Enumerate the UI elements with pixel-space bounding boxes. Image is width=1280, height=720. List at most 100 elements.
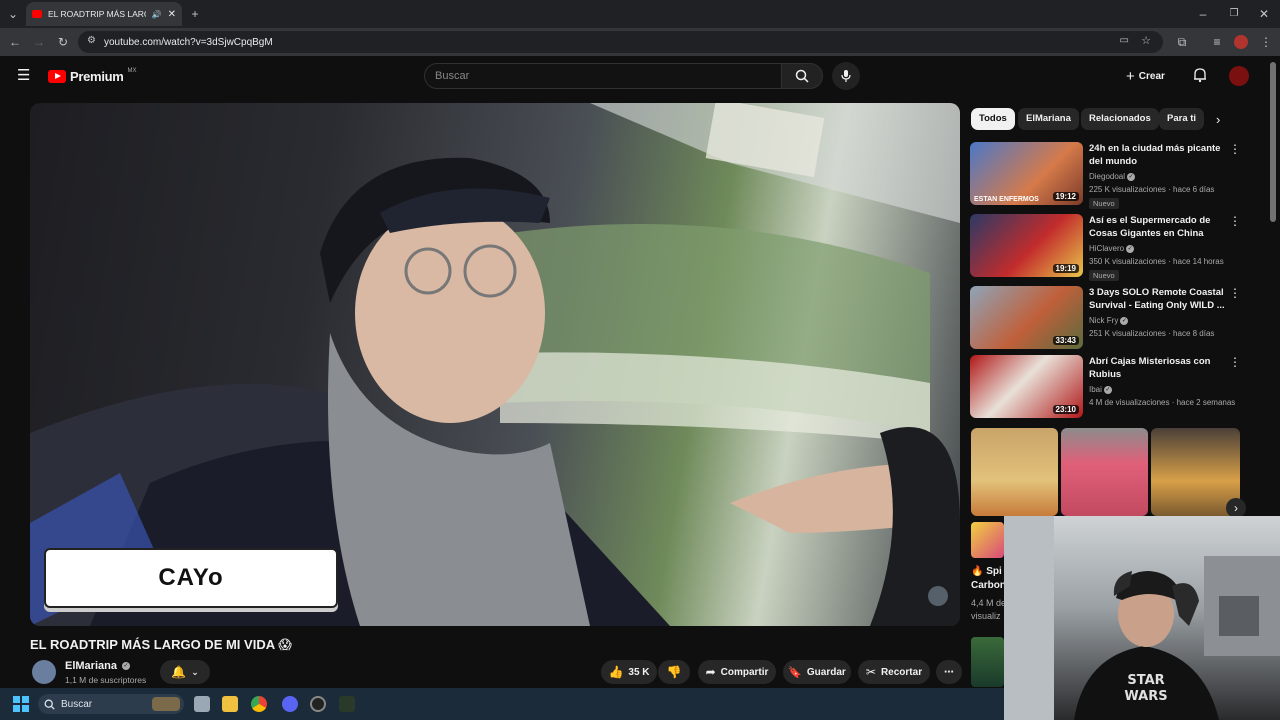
share-label: Compartir [720,666,769,678]
video-thumbnail[interactable]: 23:10 [970,355,1083,418]
thumbs-up-icon: 👍 [608,665,624,679]
task-view-icon[interactable] [194,696,210,712]
close-window-icon[interactable]: ✕ [1257,7,1271,21]
svg-text:STAR: STAR [1127,673,1164,688]
bookmark-star-icon[interactable]: ☆ [1141,34,1151,47]
close-tab-icon[interactable]: ✕ [168,9,176,20]
profile-avatar[interactable] [1234,35,1248,49]
recommendation-item[interactable]: 23:10 Abrí Cajas Misteriosas con Rubius … [970,355,1245,421]
search-input[interactable]: Buscar [424,63,782,89]
partial-title: 🔥 Spi [971,566,1002,577]
shorts-thumbnail[interactable] [971,428,1058,516]
search-highlight-icon [152,697,180,711]
notifications-button[interactable] [1192,67,1208,88]
address-bar[interactable]: ⚙ youtube.com/watch?v=3dSjwCpqBgM ▭ ☆ [78,31,1163,53]
chip-todos[interactable]: Todos [971,108,1015,130]
obs-icon[interactable] [310,696,326,712]
app-icon[interactable] [339,696,355,712]
page-scrollbar[interactable] [1270,62,1276,222]
new-badge: Nuevo [1089,198,1119,209]
new-tab-icon[interactable]: + [188,7,202,21]
like-button[interactable]: 👍 35 K [601,660,657,684]
recommendation-item[interactable]: 33:43 3 Days SOLO Remote Coastal Surviva… [970,286,1245,352]
recommendation-item[interactable]: 19:19 Así es el Supermercado de Cosas Gi… [970,214,1245,281]
back-icon[interactable]: ← [8,35,22,49]
more-vert-icon[interactable]: ⋮ [1229,142,1241,156]
minimize-icon[interactable]: – [1196,7,1210,21]
video-caption-overlay: CAYo [44,548,338,608]
hamburger-menu-icon[interactable]: ☰ [17,68,30,83]
more-vert-icon[interactable]: ⋮ [1229,355,1241,369]
voice-search-button[interactable] [832,62,860,90]
partial-views-line2: visualiz [971,611,1001,621]
video-duration: 19:19 [1052,264,1079,273]
new-badge: Nuevo [1089,270,1119,281]
share-button[interactable]: ➦ Compartir [698,660,776,684]
chip-relacionados[interactable]: Relacionados [1081,108,1159,130]
file-explorer-icon[interactable] [222,696,238,712]
webcam-image: STAR WARS [1004,516,1280,720]
recommendation-channel: HiClavero ✓ [1089,244,1135,253]
save-button[interactable]: 🔖 Guardar [783,660,851,684]
chip-elmariana[interactable]: ElMariana [1018,108,1079,130]
video-duration: 33:43 [1052,336,1079,345]
reading-list-icon[interactable]: ≡ [1210,35,1224,49]
chrome-menu-icon[interactable]: ⋮ [1259,35,1273,49]
scissors-icon: ✂ [865,665,876,679]
speaker-icon[interactable]: 🔊 [152,10,162,19]
partial-thumbnail[interactable] [971,637,1004,687]
site-info-icon[interactable]: ⚙ [87,35,96,46]
bookmark-icon: 🔖 [788,666,802,679]
channel-avatar[interactable] [32,660,56,684]
windows-start-icon[interactable] [13,696,29,717]
chevron-right-icon[interactable]: › [1216,112,1220,127]
search-button[interactable] [781,63,823,89]
extensions-icon[interactable]: ⧉ [1175,35,1189,49]
microphone-icon [841,70,851,82]
channel-name[interactable]: ElMariana ✓ [65,660,131,672]
video-thumbnail[interactable]: ESTAN ENFERMOS 19:12 [970,142,1083,205]
create-label: Crear [1138,70,1165,82]
tab-title: EL ROADTRIP MÁS LARGO D [48,9,146,19]
recommendation-title: Abrí Cajas Misteriosas con Rubius [1089,356,1211,380]
taskbar-search[interactable]: Buscar [38,694,184,714]
logo-region: MX [127,67,137,74]
restore-icon[interactable]: ❐ [1227,7,1241,21]
tab-search-icon[interactable]: ⌄ [6,7,20,21]
like-count: 35 K [628,666,650,678]
recommendation-item[interactable]: ESTAN ENFERMOS 19:12 24h en la ciudad má… [970,142,1245,209]
youtube-premium-logo[interactable]: Premium MX [48,67,137,84]
clip-button[interactable]: ✂ Recortar [858,660,930,684]
partial-title-line2: Carbon [971,580,1006,591]
chrome-icon[interactable] [251,696,267,712]
youtube-play-logo-icon [48,70,66,83]
chip-para-ti[interactable]: Para ti [1159,108,1205,130]
create-button[interactable]: + Crear [1126,66,1165,86]
verified-badge-icon: ✓ [1127,172,1136,181]
more-actions-button[interactable]: ⋯ [936,660,962,684]
more-vert-icon[interactable]: ⋮ [1229,286,1241,300]
reload-icon[interactable]: ↻ [56,35,70,49]
verified-badge-icon: ✓ [122,662,131,671]
taskbar-search-label: Buscar [61,698,93,710]
channel-name-text: ElMariana [65,660,117,672]
video-thumbnail[interactable]: 19:19 [970,214,1083,277]
video-thumbnail[interactable]: 33:43 [970,286,1083,349]
logo-word: Premium [70,69,124,84]
discord-icon[interactable] [282,696,298,712]
shorts-thumbnail[interactable] [1061,428,1148,516]
browser-tab[interactable]: EL ROADTRIP MÁS LARGO D 🔊 ✕ [26,2,182,26]
plus-icon: + [1126,67,1135,85]
bell-icon [1194,68,1206,83]
more-horizontal-icon: ⋯ [944,666,954,678]
shorts-next-icon[interactable]: › [1226,498,1246,518]
cast-icon[interactable]: ▭ [1120,35,1129,46]
search-icon [795,69,809,83]
more-vert-icon[interactable]: ⋮ [1229,214,1241,228]
forward-icon[interactable]: → [32,35,46,49]
dislike-button[interactable]: 👎 [658,660,690,684]
account-avatar[interactable] [1229,66,1249,86]
partial-thumbnail[interactable] [971,522,1004,558]
notifications-subscribe-button[interactable]: 🔔 ⌄ [160,660,210,684]
bell-icon: 🔔 [171,665,187,679]
